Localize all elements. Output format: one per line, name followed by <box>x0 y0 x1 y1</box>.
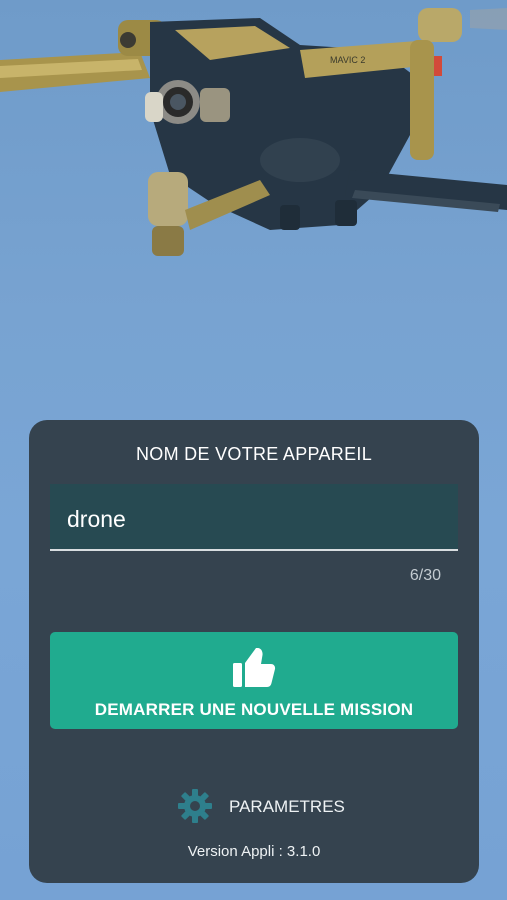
drone-image: MAVIC 2 <box>0 8 507 256</box>
gear-icon <box>178 789 212 823</box>
device-name-title: NOM DE VOTRE APPAREIL <box>135 444 373 464</box>
device-name-field[interactable]: drone <box>50 484 458 551</box>
thumbs-up-icon <box>233 648 276 687</box>
device-card: NOM DE VOTRE APPAREIL drone 6/30 DEMARRE… <box>29 420 479 883</box>
start-mission-button[interactable]: DEMARRER UNE NOUVELLE MISSION <box>50 632 458 729</box>
settings-button[interactable]: PARAMETRES <box>177 788 377 828</box>
start-mission-label: DEMARRER UNE NOUVELLE MISSION <box>94 700 414 719</box>
device-name-value[interactable]: drone <box>67 506 126 533</box>
app-version: Version Appli : 3.1.0 <box>187 843 321 860</box>
settings-label: PARAMETRES <box>229 797 345 816</box>
svg-text:MAVIC 2: MAVIC 2 <box>330 55 365 65</box>
char-counter: 6/30 <box>409 567 441 584</box>
